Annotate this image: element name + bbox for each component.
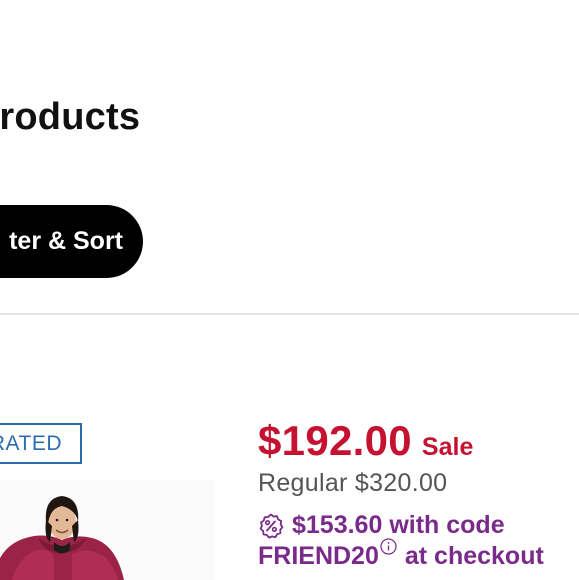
promo-price: $153.60	[292, 511, 383, 539]
promo-with-code: with code	[389, 511, 505, 539]
info-icon[interactable]	[380, 538, 397, 555]
product-image[interactable]	[0, 480, 215, 580]
filter-sort-button[interactable]: ter & Sort	[0, 205, 143, 278]
sale-price-row: $192.00 Sale	[258, 417, 579, 465]
product-results-page: products ter & Sort RATED	[0, 0, 579, 580]
sale-price: $192.00	[258, 417, 412, 464]
sale-label: Sale	[421, 433, 474, 461]
product-photo	[0, 480, 215, 580]
rating-badge: RATED	[0, 423, 82, 464]
section-divider	[0, 313, 579, 315]
regular-price: Regular $320.00	[258, 469, 448, 497]
promo-offer: $153.60 with code FRIEND20 at checkout	[258, 510, 579, 572]
percent-badge-icon	[258, 513, 284, 539]
promo-row-1: $153.60 with code	[258, 510, 579, 541]
price-block: $192.00 Sale Regular $320.00 $153.60 wit…	[258, 417, 579, 572]
promo-code: FRIEND20	[258, 542, 379, 570]
promo-at-checkout: at checkout	[404, 542, 544, 570]
results-count-heading: products	[0, 96, 141, 138]
promo-row-2: FRIEND20 at checkout	[258, 538, 579, 572]
